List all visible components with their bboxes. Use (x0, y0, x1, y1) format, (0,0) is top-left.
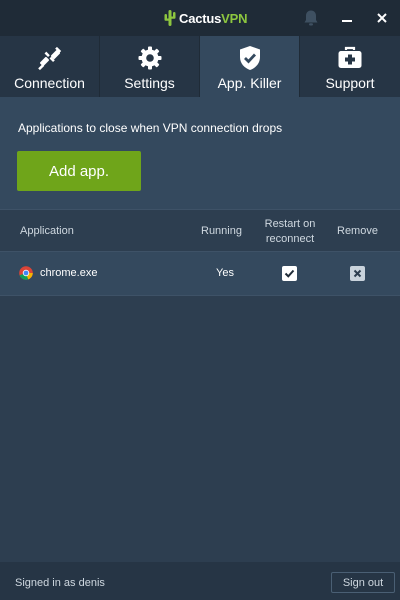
first-aid-kit-icon (338, 46, 362, 68)
intro-section: Applications to close when VPN connectio… (0, 97, 400, 209)
signed-in-status: Signed in as denis (15, 577, 105, 589)
bell-icon (304, 10, 318, 26)
minimize-button[interactable] (329, 0, 365, 36)
column-remove: Remove (337, 225, 378, 237)
column-running: Running (201, 225, 242, 237)
tab-label: App. Killer (217, 75, 282, 91)
close-button[interactable] (364, 0, 400, 36)
gear-icon (138, 46, 161, 70)
table-header: Application Running Restart on reconnect… (0, 209, 400, 252)
tab-label: Connection (14, 75, 85, 91)
main-tabs: Connection Settings App. Killer Support (0, 36, 400, 97)
column-restart-on-reconnect: Restart on reconnect (264, 218, 316, 245)
close-icon (377, 13, 387, 23)
title-bar: CactusVPN (0, 0, 400, 36)
tab-label: Support (325, 75, 375, 91)
app-name: chrome.exe (40, 267, 98, 279)
plug-icon (37, 46, 61, 71)
notifications-button[interactable] (293, 0, 329, 36)
chrome-icon (19, 266, 33, 280)
tab-app-killer[interactable]: App. Killer (200, 36, 300, 97)
column-application: Application (20, 225, 74, 237)
footer: Signed in as denis Sign out (0, 562, 400, 600)
sign-out-button[interactable]: Sign out (331, 572, 395, 593)
add-app-button[interactable]: Add app. (17, 151, 141, 191)
checkmark-icon (284, 269, 295, 278)
cactusvpn-logo: CactusVPN (164, 8, 247, 28)
remove-app-button[interactable] (350, 266, 365, 281)
shield-check-icon (239, 46, 260, 70)
table-row: chrome.exe Yes (0, 252, 400, 296)
tab-connection[interactable]: Connection (0, 36, 100, 97)
tab-label: Settings (124, 75, 175, 91)
intro-text: Applications to close when VPN connectio… (18, 121, 283, 135)
logo-text-cactus: Cactus (179, 10, 222, 26)
close-icon (353, 269, 362, 278)
cactus-icon (164, 10, 176, 26)
logo-text-vpn: VPN (221, 10, 248, 26)
running-status: Yes (216, 267, 234, 279)
restart-on-reconnect-checkbox[interactable] (282, 266, 297, 281)
tab-settings[interactable]: Settings (100, 36, 200, 97)
minimize-icon (342, 20, 352, 22)
app-killer-panel: Applications to close when VPN connectio… (0, 97, 400, 562)
tab-support[interactable]: Support (300, 36, 400, 97)
